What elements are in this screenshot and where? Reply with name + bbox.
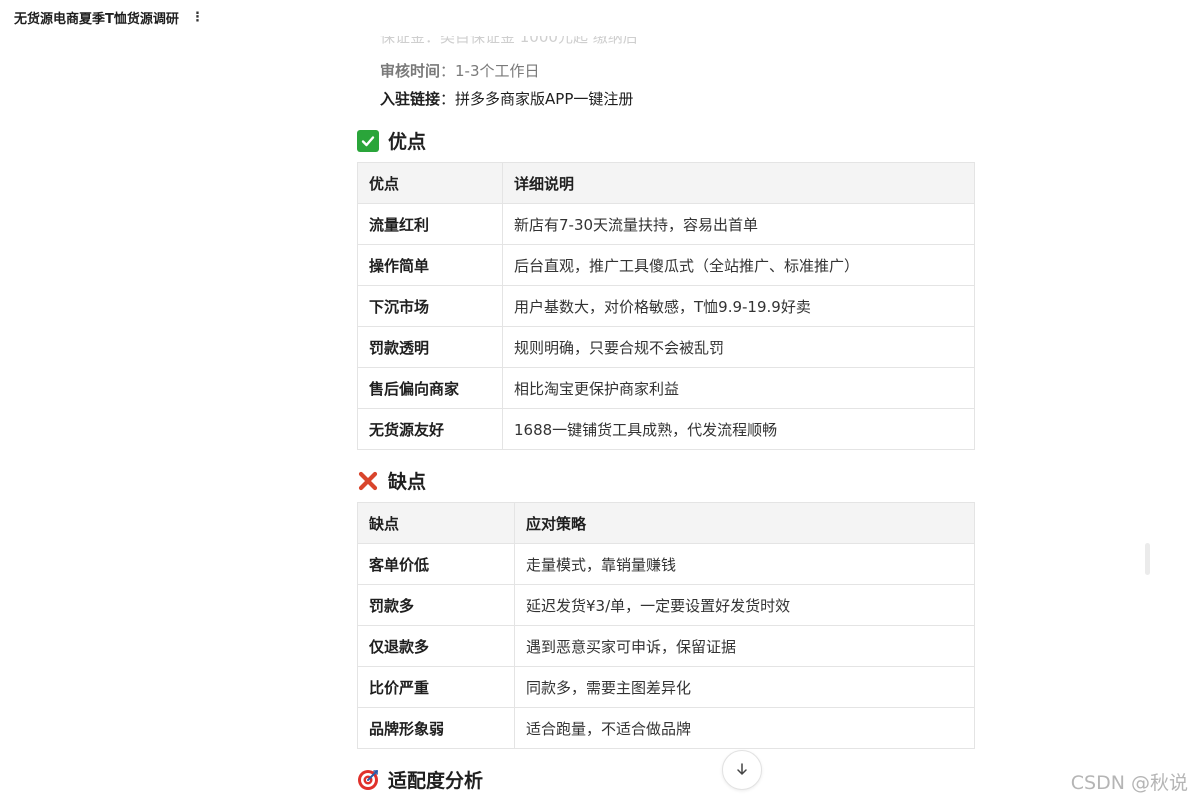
table-row: 流量红利 新店有7-30天流量扶持，容易出首单 xyxy=(357,203,975,245)
table-row: 客单价低 走量模式，靠销量赚钱 xyxy=(357,543,975,585)
table-row: 品牌形象弱 适合跑量，不适合做品牌 xyxy=(357,707,975,749)
table-cell-value: 延迟发货¥3/单，一定要设置好发货时效 xyxy=(514,584,975,626)
check-mark-icon xyxy=(357,129,379,152)
pros-heading: 优点 xyxy=(357,127,426,154)
fit-analysis-title: 适配度分析 xyxy=(388,770,484,792)
scroll-to-bottom-button[interactable] xyxy=(722,750,762,790)
arrow-down-icon xyxy=(735,761,749,780)
table-header-cell: 缺点 xyxy=(357,502,515,544)
table-row: 售后偏向商家 相比淘宝更保护商家利益 xyxy=(357,367,975,409)
signup-link-label: 入驻链接 xyxy=(380,90,441,108)
table-cell-key: 比价严重 xyxy=(357,666,515,708)
more-options-button[interactable]: ⋮ xyxy=(191,11,204,24)
cons-title: 缺点 xyxy=(388,471,427,493)
cons-table: 缺点 应对策略 客单价低 走量模式，靠销量赚钱 罚款多 延迟发货¥3/单，一定要设置… xyxy=(357,502,975,749)
table-row: 无货源友好 1688一键铺货工具成熟，代发流程顺畅 xyxy=(357,408,975,450)
table-cell-key: 操作简单 xyxy=(357,244,503,286)
table-row: 比价严重 同款多，需要主图差异化 xyxy=(357,666,975,708)
review-time-value: ：1-3个工作日 xyxy=(440,62,540,80)
table-cell-value: 遇到恶意买家可申诉，保留证据 xyxy=(514,625,975,667)
table-cell-value: 后台直观，推广工具傻瓜式（全站推广、标准推广） xyxy=(502,244,975,286)
table-cell-value: 1688一键铺货工具成熟，代发流程顺畅 xyxy=(502,408,975,450)
table-cell-value: 相比淘宝更保护商家利益 xyxy=(502,367,975,409)
review-time-row: 审核时间：1-3个工作日 xyxy=(380,60,540,81)
pros-table: 优点 详细说明 流量红利 新店有7-30天流量扶持，容易出首单 操作简单 后台直观，… xyxy=(357,162,975,450)
table-cell-value: 适合跑量，不适合做品牌 xyxy=(514,707,975,749)
table-header-cell: 应对策略 xyxy=(514,502,975,544)
table-header-cell: 详细说明 xyxy=(502,162,975,204)
table-cell-value: 新店有7-30天流量扶持，容易出首单 xyxy=(502,203,975,245)
pros-title: 优点 xyxy=(388,131,427,153)
fit-analysis-heading: 适配度分析 xyxy=(357,766,483,793)
table-row: 操作简单 后台直观，推广工具傻瓜式（全站推广、标准推广） xyxy=(357,244,975,286)
table-cell-key: 品牌形象弱 xyxy=(357,707,515,749)
table-row: 罚款透明 规则明确，只要合规不会被乱罚 xyxy=(357,326,975,368)
top-bar: 无货源电商夏季T恤货源调研 ⋮ xyxy=(14,7,204,27)
scrollbar-thumb[interactable] xyxy=(1145,543,1150,575)
table-row: 仅退款多 遇到恶意买家可申诉，保留证据 xyxy=(357,625,975,667)
table-row: 罚款多 延迟发货¥3/单，一定要设置好发货时效 xyxy=(357,584,975,626)
table-header-cell: 优点 xyxy=(357,162,503,204)
table-cell-value: 走量模式，靠销量赚钱 xyxy=(514,543,975,585)
table-cell-key: 无货源友好 xyxy=(357,408,503,450)
table-header-row: 优点 详细说明 xyxy=(357,162,975,204)
table-cell-key: 客单价低 xyxy=(357,543,515,585)
table-cell-key: 流量红利 xyxy=(357,203,503,245)
table-cell-key: 售后偏向商家 xyxy=(357,367,503,409)
table-cell-value: 用户基数大，对价格敏感，T恤9.9-19.9好卖 xyxy=(502,285,975,327)
cross-mark-icon xyxy=(357,470,379,492)
document-title: 无货源电商夏季T恤货源调研 xyxy=(14,11,179,27)
csdn-watermark: CSDN @秋说 xyxy=(1070,772,1188,794)
table-cell-value: 规则明确，只要合规不会被乱罚 xyxy=(502,326,975,368)
table-cell-key: 罚款透明 xyxy=(357,326,503,368)
partial-meta-row: 保证金：类目保证金 1000元起 缴纳后 xyxy=(380,36,638,46)
table-header-row: 缺点 应对策略 xyxy=(357,502,975,544)
table-cell-key: 仅退款多 xyxy=(357,625,515,667)
review-time-label: 审核时间 xyxy=(380,62,441,80)
signup-link-value: ：拼多多商家版APP一键注册 xyxy=(440,90,634,108)
target-icon xyxy=(357,769,379,791)
cons-heading: 缺点 xyxy=(357,467,426,494)
table-cell-key: 下沉市场 xyxy=(357,285,503,327)
table-cell-key: 罚款多 xyxy=(357,584,515,626)
signup-link-row: 入驻链接：拼多多商家版APP一键注册 xyxy=(380,88,633,109)
table-cell-value: 同款多，需要主图差异化 xyxy=(514,666,975,708)
table-row: 下沉市场 用户基数大，对价格敏感，T恤9.9-19.9好卖 xyxy=(357,285,975,327)
